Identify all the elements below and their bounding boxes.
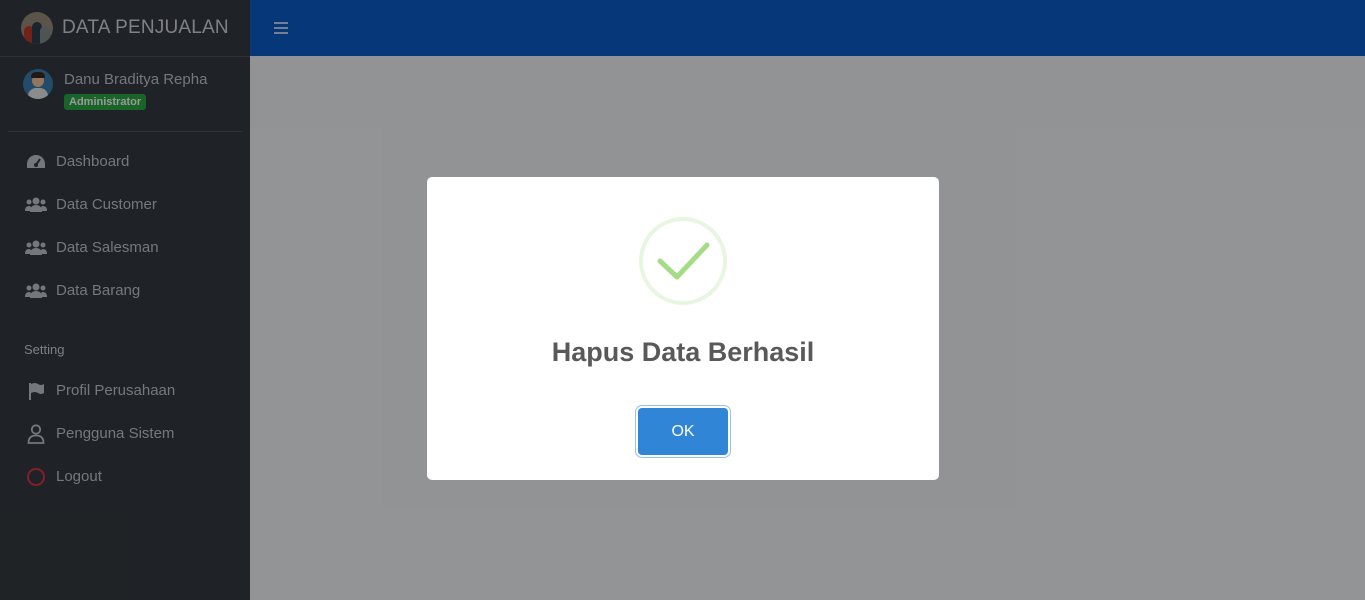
success-dialog: Hapus Data Berhasil OK — [427, 177, 939, 480]
ok-button[interactable]: OK — [638, 408, 728, 455]
dialog-title: Hapus Data Berhasil — [551, 337, 815, 367]
success-check-icon — [639, 217, 727, 305]
